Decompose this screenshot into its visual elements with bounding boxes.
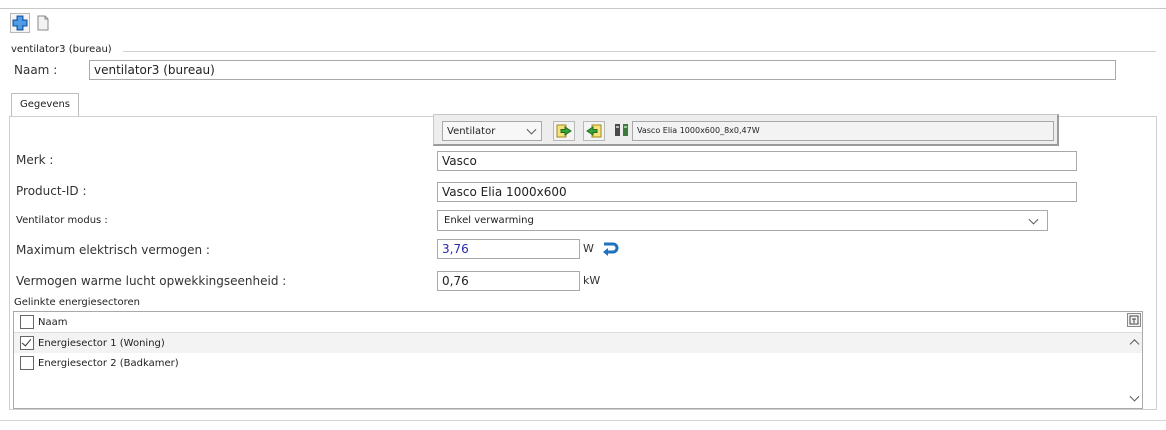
list-item-label: Energiesector 1 (Woning) [38, 337, 165, 349]
merk-input[interactable]: Vasco [437, 151, 1077, 171]
modus-select[interactable]: Enkel verwarming [437, 210, 1048, 231]
sector-checkbox[interactable] [20, 356, 34, 370]
modus-label: Ventilator modus : [16, 215, 108, 226]
column-chooser-icon[interactable] [1127, 313, 1141, 327]
top-divider [0, 8, 1166, 9]
warme-lucht-label: Vermogen warme lucht opwekkingseenheid : [16, 274, 287, 288]
export-arrow-icon [586, 124, 602, 138]
product-name-field: Vasco Elia 1000x600_8x0,47W [632, 121, 1054, 141]
merk-label: Merk : [16, 153, 54, 167]
max-vermogen-unit: W [583, 242, 594, 255]
scroll-down-icon[interactable] [1129, 391, 1141, 404]
product-id-input[interactable]: Vasco Elia 1000x600 [437, 182, 1077, 202]
chevron-down-icon [1028, 214, 1039, 225]
sectors-header[interactable]: Naam [14, 312, 1142, 333]
sectors-list: Naam Energiesector 1 (Woning) Energiesec… [13, 311, 1143, 409]
type-select[interactable]: Ventilator [442, 121, 542, 141]
add-button[interactable] [10, 13, 30, 33]
bottom-divider [0, 420, 1166, 421]
group-border [123, 51, 1156, 52]
import-arrow-icon [556, 124, 572, 138]
sectors-header-label: Naam [38, 316, 68, 328]
naam-input[interactable]: ventilator3 (bureau) [89, 60, 1116, 80]
import-button[interactable] [553, 121, 575, 141]
warme-lucht-unit: kW [583, 274, 601, 287]
list-item-label: Energiesector 2 (Badkamer) [38, 357, 179, 369]
export-button[interactable] [583, 121, 605, 141]
max-vermogen-input[interactable]: 3,76 [437, 239, 580, 259]
product-id-label: Product-ID : [16, 184, 87, 198]
sector-checkbox[interactable] [20, 336, 34, 350]
product-selector-bar: Ventilator Vasco Elia 1000x600_8x0,47W [433, 114, 1059, 146]
naam-label: Naam : [14, 63, 58, 77]
header-checkbox[interactable] [20, 315, 34, 329]
undo-arrow-icon[interactable] [601, 240, 619, 259]
scroll-up-icon[interactable] [1129, 336, 1141, 350]
group-title: ventilator3 (bureau) [11, 44, 112, 55]
list-item[interactable]: Energiesector 1 (Woning) [14, 333, 1142, 353]
modus-select-value: Enkel verwarming [444, 215, 534, 226]
copy-button[interactable] [33, 13, 53, 33]
max-vermogen-label: Maximum elektrisch vermogen : [16, 243, 210, 257]
list-item[interactable]: Energiesector 2 (Badkamer) [14, 353, 1142, 373]
tab-gegevens[interactable]: Gegevens [11, 93, 80, 117]
sectors-title: Gelinkte energiesectoren [14, 297, 140, 308]
plus-icon [12, 15, 28, 31]
document-icon [37, 15, 49, 31]
warme-lucht-input[interactable]: 0,76 [437, 271, 580, 291]
type-select-value: Ventilator [447, 125, 496, 137]
chevron-down-icon [526, 124, 537, 135]
database-icon [614, 123, 630, 140]
